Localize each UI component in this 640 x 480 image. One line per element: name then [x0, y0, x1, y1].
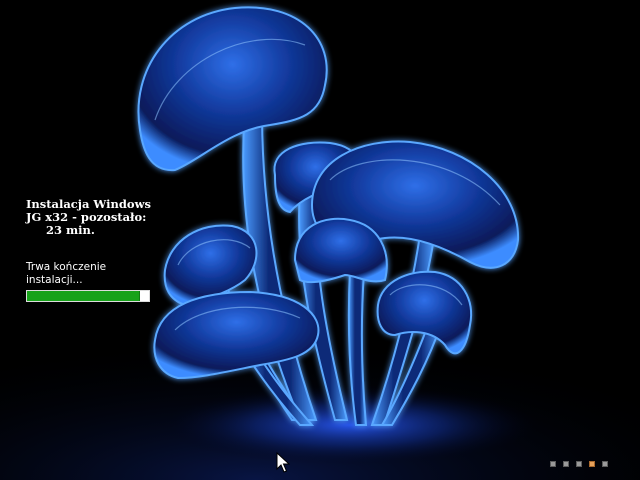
status-line: instalacji... [26, 274, 83, 286]
progress-status-text: Trwa kończenie instalacji... [26, 261, 146, 287]
pager-dot [550, 461, 556, 467]
pager-dot-active [589, 461, 595, 467]
pager-dot [576, 461, 582, 467]
setup-screen: Instalacja Windows JG x32 - pozostało: 2… [0, 0, 640, 480]
mushroom-wallpaper [0, 0, 640, 480]
install-progress-bar [26, 290, 150, 302]
pager-dot [563, 461, 569, 467]
time-remaining-value: 23 min. [46, 223, 95, 237]
slide-pager [550, 461, 608, 467]
install-status-title: Instalacja Windows JG x32 - pozostało: 2… [26, 198, 166, 237]
pager-dot [602, 461, 608, 467]
arrow-pointer-icon [276, 452, 290, 473]
progress-bar-fill [27, 291, 141, 301]
status-line: Trwa kończenie [26, 261, 107, 273]
